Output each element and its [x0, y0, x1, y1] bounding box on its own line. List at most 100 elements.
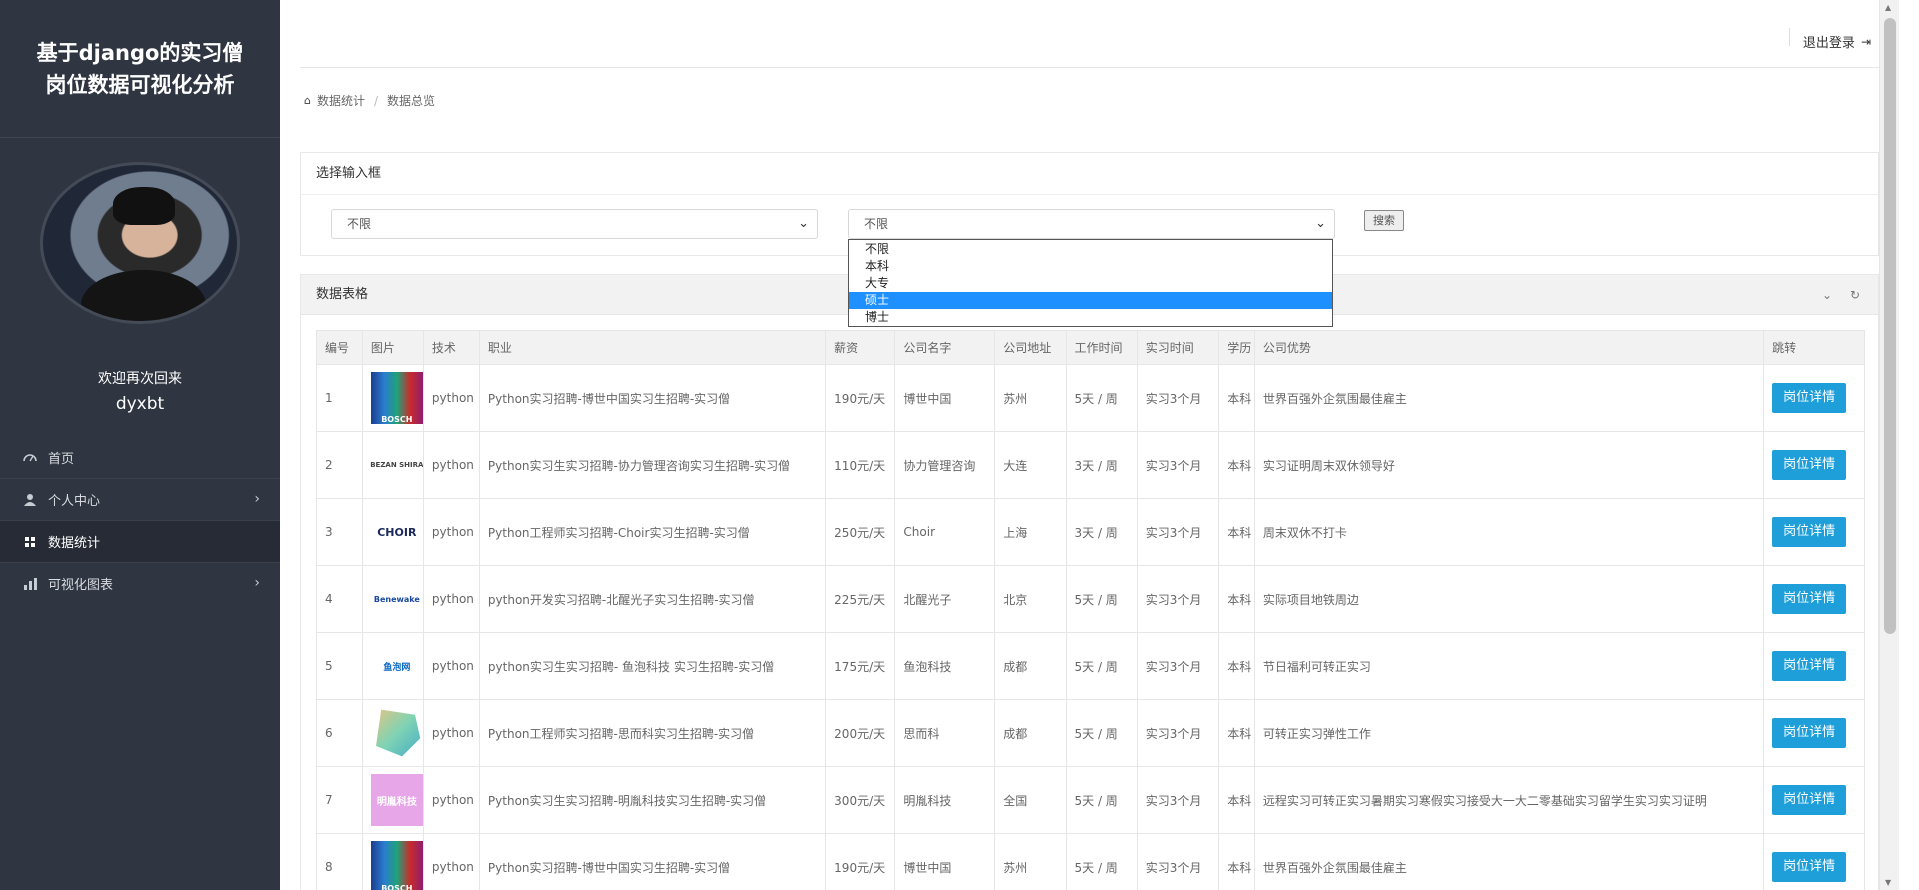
- cell-image: 鱼泡网: [361, 632, 424, 700]
- page-scrollbar[interactable]: ▲ ▼: [1879, 0, 1899, 890]
- sidebar-item-profile[interactable]: 个人中心 ›: [0, 478, 280, 520]
- cell-salary: 190元/天: [825, 364, 896, 432]
- scroll-up-icon[interactable]: ▲: [1885, 3, 1891, 12]
- sidebar-item-charts[interactable]: 可视化图表 ›: [0, 562, 280, 604]
- company-logo: Benewake: [370, 573, 423, 625]
- job-detail-button[interactable]: 岗位详情: [1772, 584, 1847, 614]
- collapse-icon[interactable]: ⌄: [1822, 288, 1832, 302]
- cell-advantage: 实习证明周末双休领导好: [1253, 431, 1765, 499]
- cell-image: CHOIR: [361, 498, 424, 566]
- cell-tech: python: [422, 833, 480, 890]
- cell-company: 鱼泡科技: [894, 632, 996, 700]
- cell-worktime: 5天 / 周: [1065, 833, 1138, 890]
- table-row: 4 Benewake python python开发实习招聘-北醒光子实习生招聘-实习…: [316, 565, 1865, 633]
- table-row: 8 BOSCH python Python实习招聘-博世中国实习生招聘-实习僧 190元…: [316, 833, 1865, 890]
- chevron-down-icon: ⌄: [1315, 216, 1326, 231]
- cell-job: python实习生实习招聘- 鱼泡科技 实习生招聘-实习僧: [478, 632, 827, 700]
- cell-city: 北京: [994, 565, 1067, 633]
- cell-advantage: 远程实习可转正实习暑期实习寒假实习接受大一大二零基础实习留学生实习实习证明: [1253, 766, 1765, 834]
- cell-worktime: 3天 / 周: [1065, 498, 1138, 566]
- table-panel-title: 数据表格: [316, 287, 369, 302]
- job-detail-button[interactable]: 岗位详情: [1772, 383, 1847, 413]
- cell-salary: 175元/天: [825, 632, 896, 700]
- cell-link: 岗位详情: [1763, 833, 1865, 890]
- col-advantage: 公司优势: [1253, 330, 1765, 365]
- app-title-line2: 岗位数据可视化分析: [45, 72, 235, 97]
- company-logo: 明胤科技: [370, 774, 423, 826]
- city-select[interactable]: 不限 ⌄: [331, 209, 818, 239]
- bar-chart-icon: [22, 577, 38, 591]
- cell-worktime: 5天 / 周: [1065, 632, 1138, 700]
- brand: 基于django的实习僧 岗位数据可视化分析: [0, 0, 280, 138]
- dropdown-option[interactable]: 硕士: [849, 292, 1332, 309]
- cell-company: 北醒光子: [894, 565, 996, 633]
- cell-image: BEZAN SHIRA: [361, 431, 424, 499]
- dropdown-option[interactable]: 本科: [849, 258, 1332, 275]
- cell-image: 明胤科技: [361, 766, 424, 834]
- job-detail-button[interactable]: 岗位详情: [1772, 852, 1847, 882]
- sidebar-item-home[interactable]: 首页: [0, 436, 280, 478]
- sidebar-nav: 首页 个人中心 › 数据统计 可视化图表 ›: [0, 436, 280, 604]
- search-button[interactable]: 搜索: [1364, 210, 1404, 231]
- col-id: 编号: [316, 330, 363, 365]
- col-interntime: 实习时间: [1136, 330, 1220, 365]
- dropdown-option[interactable]: 不限: [849, 241, 1332, 258]
- job-detail-button[interactable]: 岗位详情: [1772, 517, 1847, 547]
- scroll-down-icon[interactable]: ▼: [1885, 878, 1891, 887]
- sidebar-item-statistics[interactable]: 数据统计: [0, 520, 280, 562]
- cell-city: 上海: [994, 498, 1067, 566]
- col-link: 跳转: [1763, 330, 1865, 365]
- breadcrumb-home[interactable]: 数据统计: [317, 92, 365, 109]
- cell-job: Python实习招聘-博世中国实习生招聘-实习僧: [478, 364, 827, 432]
- cell-job: Python工程师实习招聘-Choir实习生招聘-实习僧: [478, 498, 827, 566]
- job-detail-button[interactable]: 岗位详情: [1772, 718, 1847, 748]
- col-city: 公司地址: [994, 330, 1067, 365]
- cell-link: 岗位详情: [1763, 498, 1865, 566]
- cell-edu: 本科: [1218, 498, 1255, 566]
- education-select-value: 不限: [864, 217, 889, 231]
- cell-edu: 本科: [1218, 431, 1255, 499]
- dropdown-option[interactable]: 大专: [849, 275, 1332, 292]
- user-block: 欢迎再次回来 dyxbt: [0, 138, 280, 414]
- data-table: 编号 图片 技术 职业 薪资 公司名字 公司地址 工作时间 实习时间 学历 公司…: [316, 330, 1865, 890]
- cell-city: 成都: [994, 699, 1067, 767]
- job-detail-button[interactable]: 岗位详情: [1772, 651, 1847, 681]
- gauge-icon: [22, 450, 38, 464]
- cell-company: 协力管理咨询: [894, 431, 996, 499]
- main-content: 退出登录 ⇥ ⌂ 数据统计 / 数据总览 选择输入框 不限 ⌄ 不限 ⌄ 搜索 …: [280, 0, 1899, 890]
- avatar: [40, 162, 240, 324]
- cell-city: 全国: [994, 766, 1067, 834]
- app-title-line1: 基于django的实习僧: [36, 40, 244, 65]
- sidebar: 基于django的实习僧 岗位数据可视化分析 欢迎再次回来 dyxbt 首页 个…: [0, 0, 280, 890]
- cell-salary: 200元/天: [825, 699, 896, 767]
- cell-worktime: 3天 / 周: [1065, 431, 1138, 499]
- cell-tech: python: [422, 364, 480, 432]
- job-detail-button[interactable]: 岗位详情: [1772, 785, 1847, 815]
- cell-tech: python: [422, 498, 480, 566]
- refresh-icon[interactable]: ↻: [1850, 288, 1860, 302]
- job-detail-button[interactable]: 岗位详情: [1772, 450, 1847, 480]
- cell-city: 苏州: [994, 364, 1067, 432]
- scroll-thumb[interactable]: [1884, 18, 1896, 634]
- topbar: 退出登录 ⇥: [300, 0, 1879, 68]
- logout-button[interactable]: 退出登录 ⇥: [1788, 28, 1871, 51]
- company-logo: [376, 709, 421, 757]
- education-dropdown-list: 不限 本科 大专 硕士 博士: [848, 239, 1333, 327]
- cell-job: Python实习生实习招聘-协力管理咨询实习生招聘-实习僧: [478, 431, 827, 499]
- company-logo: BEZAN SHIRA: [370, 439, 423, 491]
- cell-salary: 110元/天: [825, 431, 896, 499]
- cell-edu: 本科: [1218, 632, 1255, 700]
- cell-company: Choir: [894, 498, 996, 566]
- cell-interntime: 实习3个月: [1136, 565, 1220, 633]
- cell-company: 博世中国: [894, 364, 996, 432]
- table-row: 7 明胤科技 python Python实习生实习招聘-明胤科技实习生招聘-实习僧 30…: [316, 766, 1865, 834]
- dropdown-option[interactable]: 博士: [849, 309, 1332, 326]
- cell-interntime: 实习3个月: [1136, 498, 1220, 566]
- username: dyxbt: [115, 394, 165, 414]
- cell-link: 岗位详情: [1763, 766, 1865, 834]
- table-row: 2 BEZAN SHIRA python Python实习生实习招聘-协力管理咨询实习…: [316, 431, 1865, 499]
- cell-advantage: 节日福利可转正实习: [1253, 632, 1765, 700]
- cell-company: 明胤科技: [894, 766, 996, 834]
- education-select[interactable]: 不限 ⌄: [848, 209, 1335, 239]
- cell-image: BOSCH: [361, 364, 424, 432]
